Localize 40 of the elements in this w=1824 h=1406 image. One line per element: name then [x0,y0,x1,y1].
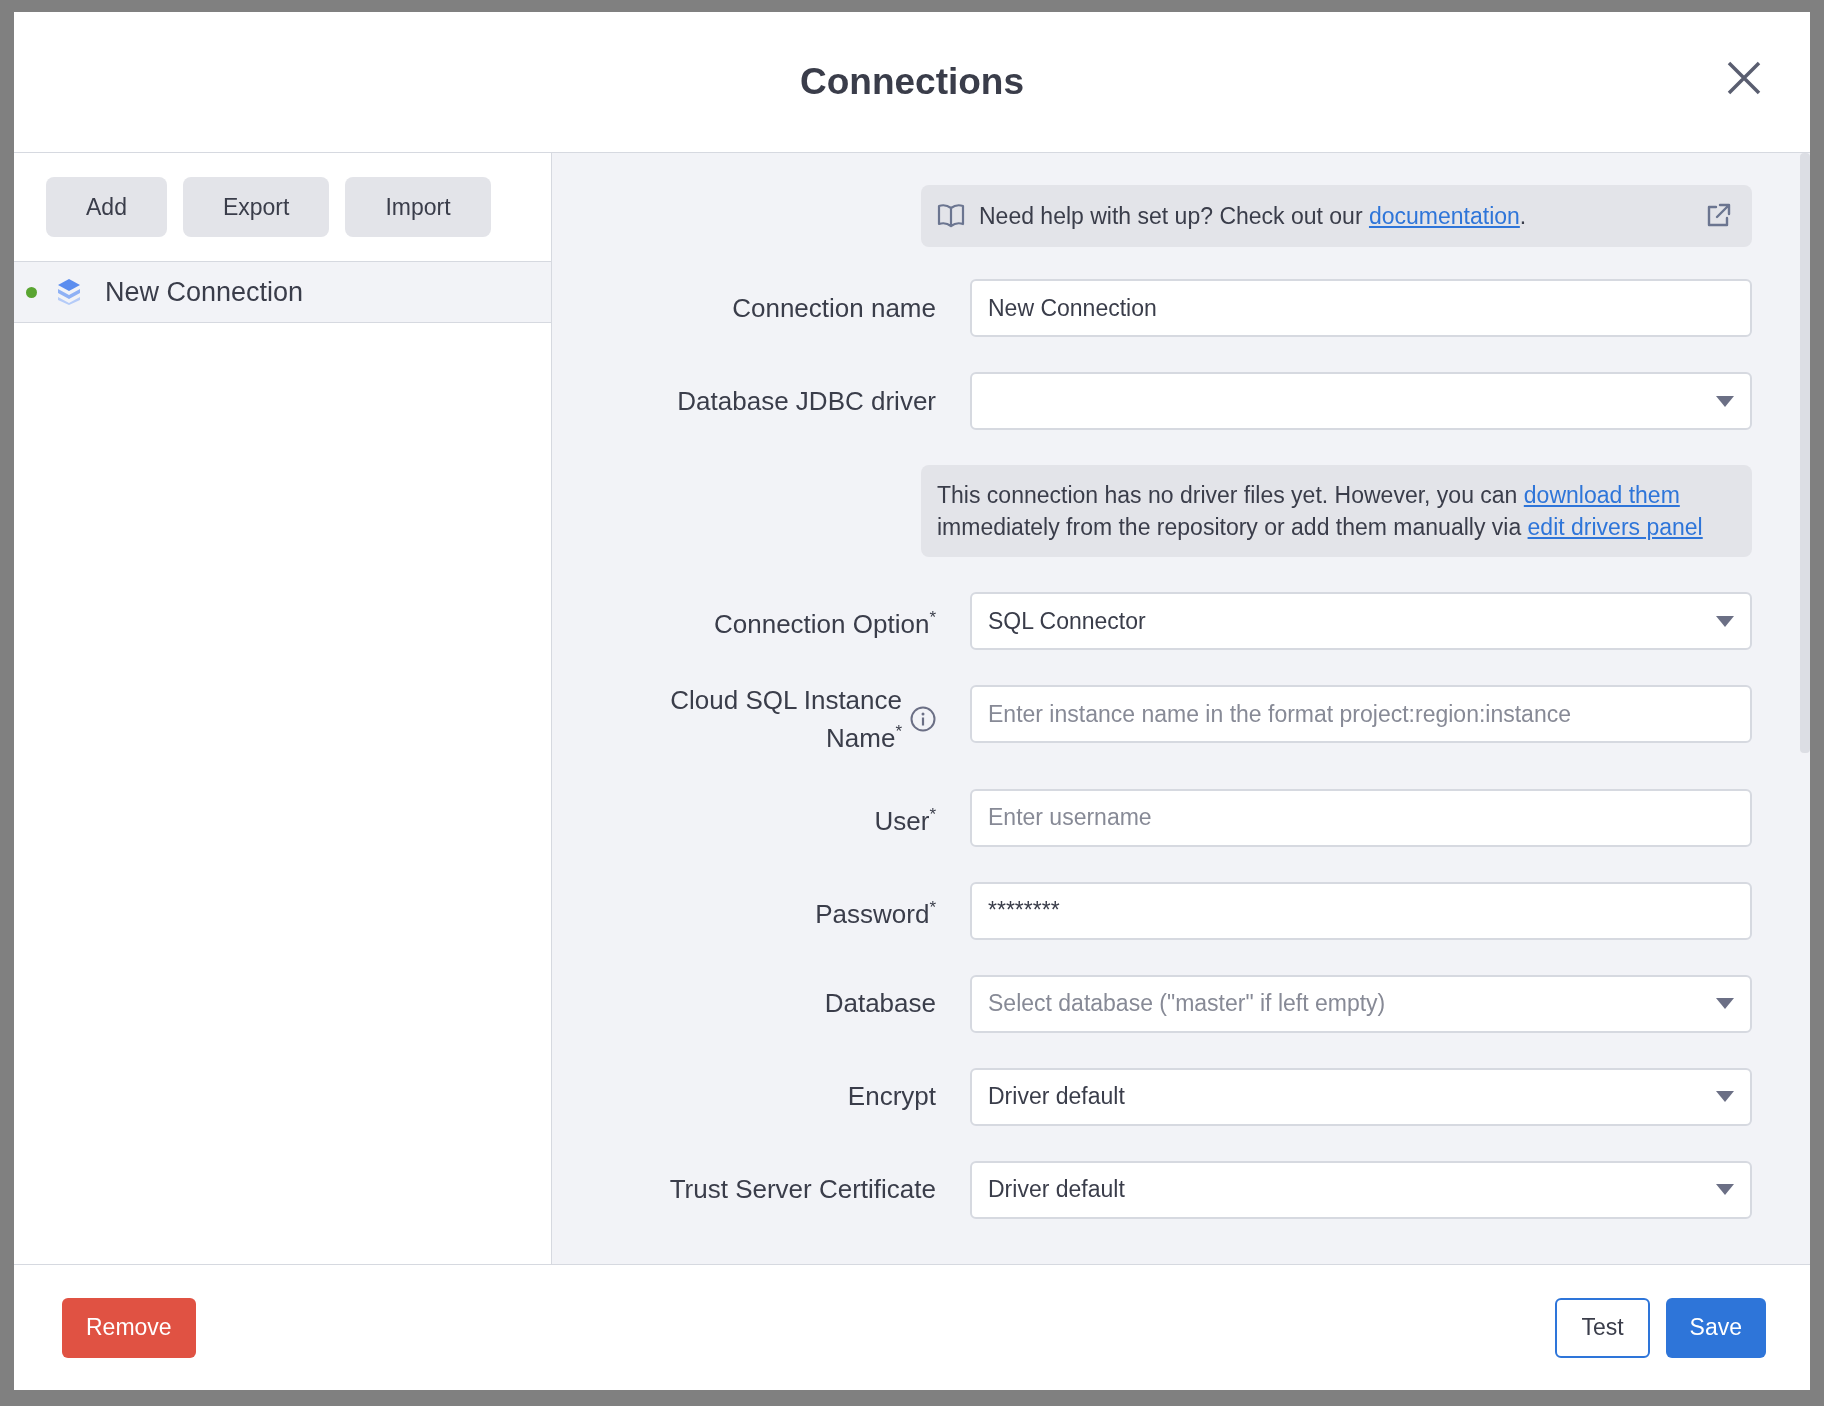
select-dropdown[interactable]: Driver default [970,1067,1752,1126]
test-button[interactable]: Test [1555,1297,1650,1358]
text-input[interactable]: Enter instance name in the format project:region:instance [970,685,1752,743]
field-label: Encrypt [847,1081,936,1113]
link[interactable]: download them [1523,482,1680,508]
link[interactable]: edit drivers panel [1527,514,1703,540]
text-input[interactable]: New Connection [970,279,1752,337]
dropdown-caret-icon [1716,1091,1734,1103]
dropdown-caret-icon [1716,998,1734,1010]
help-text: Need help with set up? Check out our documentation. [979,202,1528,230]
text-input[interactable]: ******** [970,881,1752,940]
info-icon[interactable] [910,706,936,733]
field-label: Connection Option$^{*}$ [714,607,936,640]
select-dropdown[interactable]: SQL Connector [970,592,1752,650]
field-label: Cloud SQL Instance Name$^{*}$ [669,685,902,754]
toolbar-button[interactable]: Import [345,177,491,237]
toolbar-button[interactable]: Add [46,177,167,237]
link[interactable]: documentation [1368,202,1520,229]
field-label: Trust Server Certificate [669,1174,936,1206]
connection-name: New Connection [105,276,304,308]
driver-notice: This connection has no driver files yet. However, you can download them immediately from the repository or add them manually via edit drivers panel [921,465,1752,557]
book-icon [937,203,965,229]
connection-item[interactable]: New Connection [14,262,551,323]
field-label: User$^{*}$ [874,803,936,837]
close-icon[interactable] [1726,60,1762,96]
field-label: Database JDBC driver [677,385,936,417]
dropdown-caret-icon [1716,1184,1734,1196]
field-label: Password$^{*}$ [815,896,936,930]
dropdown-caret-icon [1716,395,1734,407]
field-label: Database [824,988,936,1020]
toolbar-button[interactable]: Export [182,177,330,237]
remove-button[interactable]: Remove [62,1297,196,1358]
field-label: Connection name [732,292,936,324]
dropdown-caret-icon [1716,615,1734,627]
database-stack-icon [57,278,81,306]
dialog-title: Connections [799,61,1025,103]
text-input[interactable]: Enter username [970,788,1752,847]
select-dropdown[interactable]: Driver default [970,1160,1752,1219]
scrollbar-thumb[interactable] [1800,153,1810,753]
save-button[interactable]: Save [1665,1297,1766,1358]
